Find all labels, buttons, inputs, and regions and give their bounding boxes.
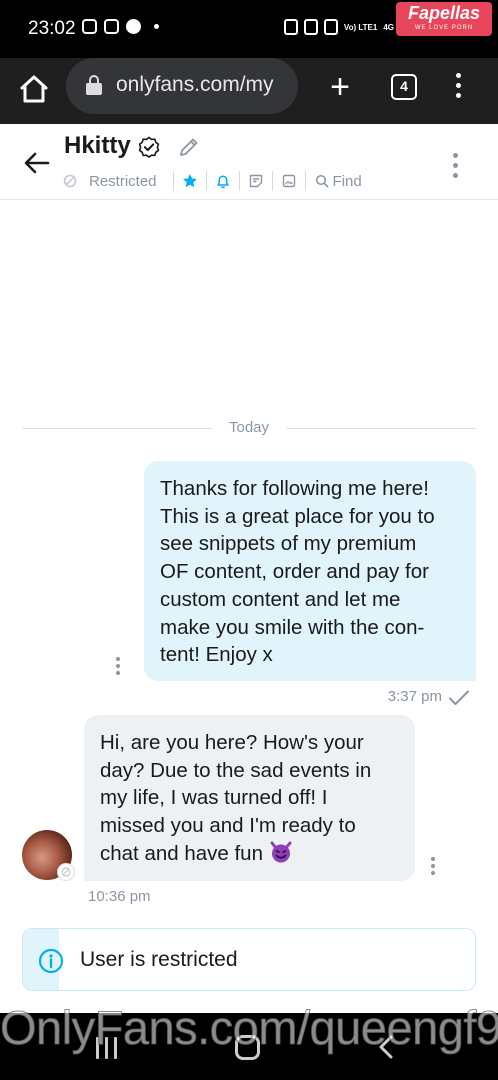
message-line: Hi, are you here? How's your — [100, 731, 364, 754]
system-status-icons: Vo) LTE1 4G — [283, 19, 394, 35]
restricted-label: Restricted — [89, 172, 157, 190]
outgoing-message-bubble[interactable]: Thanks for following me here! This is a … — [144, 461, 476, 681]
message-line: tent! Enjoy x — [160, 643, 273, 667]
more-vert-icon — [448, 70, 468, 98]
message-line: OF content, order and pay for — [160, 560, 429, 584]
day-separator: Today — [22, 418, 476, 438]
signal-label: 4G — [383, 22, 394, 32]
message-line: This is a great place for you to — [160, 504, 435, 528]
mute-icon — [323, 19, 338, 35]
browser-menu-button[interactable] — [448, 70, 468, 106]
message-line: my life, I was turned off! I — [100, 786, 328, 810]
smiling-devil-emoji-icon — [270, 841, 292, 863]
chat-header: Hkitty Restricted Find — [0, 124, 498, 200]
message-line: chat and have fun — [100, 841, 263, 865]
more-vert-icon — [114, 657, 122, 675]
incoming-message-time: 10:36 pm — [88, 888, 151, 905]
more-vert-icon — [445, 150, 465, 178]
watermark-text: OnlyFans.com/queengf90lit — [0, 1001, 498, 1055]
read-check-icon — [449, 690, 469, 705]
message-line: Thanks for following me here! — [160, 477, 429, 500]
restricted-status: Restricted — [62, 173, 165, 190]
alarm-icon — [303, 19, 318, 35]
browser-toolbar: onlyfans.com/my + 4 — [0, 58, 498, 124]
message-line-with-emoji: chat and have fun — [100, 840, 399, 868]
message-line: make you smile with the con- — [160, 615, 425, 639]
gallery-icon[interactable] — [281, 173, 297, 189]
chat-user-name[interactable]: Hkitty — [64, 132, 131, 160]
edit-pencil-icon[interactable] — [178, 136, 200, 158]
restricted-icon — [63, 174, 77, 188]
restricted-banner: User is restricted — [22, 928, 476, 991]
home-icon[interactable] — [16, 71, 52, 107]
chat-toolbar: Restricted Find — [62, 170, 362, 192]
network-label: Vo) LTE1 — [343, 22, 378, 32]
bell-icon[interactable] — [215, 173, 231, 189]
note-icon[interactable] — [248, 173, 264, 189]
toolbar-divider — [271, 171, 273, 191]
incoming-message-options-button[interactable] — [429, 857, 437, 879]
find-label: Find — [332, 172, 362, 190]
verified-badge-icon — [138, 136, 160, 158]
message-line: day? Due to the sad events in — [100, 758, 372, 782]
back-arrow-icon[interactable] — [20, 146, 54, 180]
more-vert-icon — [429, 857, 437, 875]
toolbar-divider — [205, 171, 207, 191]
watermark-logo-name: Fapellas — [407, 3, 481, 23]
toolbar-divider — [172, 171, 174, 191]
avatar[interactable] — [22, 830, 75, 881]
lock-icon — [86, 75, 102, 95]
toolbar-divider — [238, 171, 240, 191]
more-notifications-dot — [154, 24, 159, 29]
outgoing-message-options-button[interactable] — [114, 657, 122, 679]
find-button[interactable]: Find — [314, 173, 362, 190]
message-line: missed you and I'm ready to — [100, 814, 356, 838]
restricted-banner-text: User is restricted — [80, 948, 238, 971]
search-icon — [315, 174, 328, 188]
toolbar-divider — [304, 171, 306, 191]
message-line: custom content and let me — [160, 587, 401, 611]
message-line: see snippets of my premium — [160, 532, 417, 556]
incoming-message-bubble[interactable]: Hi, are you here? How's your day? Due to… — [84, 715, 415, 881]
battery-saver-icon — [283, 19, 298, 35]
status-time: 23:02 — [28, 18, 76, 39]
divider-line — [286, 428, 476, 429]
instagram-icon — [82, 19, 97, 34]
new-tab-button[interactable]: + — [322, 70, 358, 106]
tabs-button[interactable]: 4 — [391, 74, 417, 100]
star-icon[interactable] — [182, 173, 198, 189]
watermark-logo-tagline: WE LOVE PORN — [414, 25, 474, 31]
status-bar: 23:02 Vo) LTE1 4G Fapellas WE LOVE PORN — [0, 0, 498, 58]
restricted-badge-icon — [57, 863, 75, 881]
watermark-logo: Fapellas WE LOVE PORN — [396, 2, 492, 36]
facebook-icon — [126, 19, 141, 34]
url-text: onlyfans.com/my — [116, 73, 274, 96]
outgoing-message-time: 3:37 pm — [387, 688, 442, 705]
address-bar[interactable]: onlyfans.com/my — [66, 58, 298, 114]
info-icon — [38, 948, 64, 974]
chat-options-button[interactable] — [445, 150, 465, 178]
instagram-icon — [104, 19, 119, 34]
notification-icons — [82, 19, 159, 34]
